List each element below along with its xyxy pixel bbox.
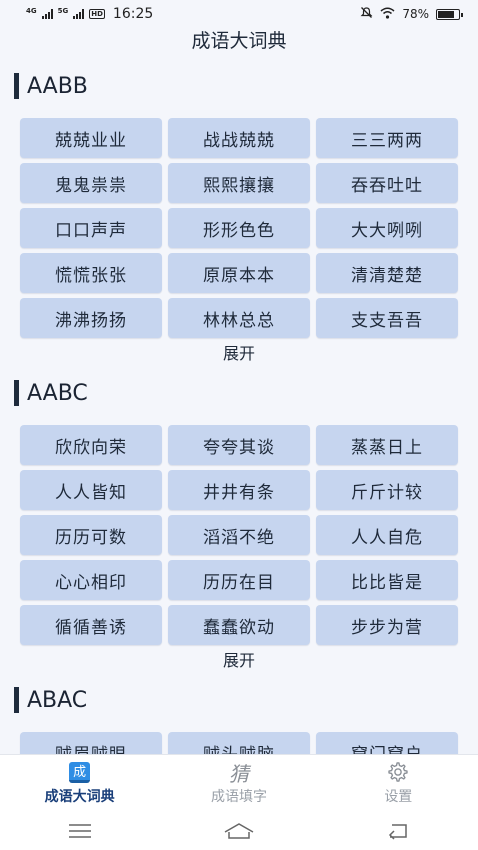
status-bar: 4G 5G HD 16:25 78%: [0, 0, 478, 28]
idiom-chip[interactable]: 慌慌张张: [20, 253, 162, 293]
idiom-chip[interactable]: 欣欣向荣: [20, 425, 162, 465]
home-nav-button[interactable]: [219, 819, 259, 843]
idiom-chip[interactable]: 沸沸扬扬: [20, 298, 162, 338]
clock: 16:25: [112, 6, 154, 22]
fill-word-icon: 猜: [228, 761, 249, 786]
tab-settings[interactable]: 设置: [333, 761, 463, 806]
section-title: ABAC: [27, 687, 88, 713]
dictionary-icon: 成: [68, 761, 92, 783]
signal-icon-2: [73, 9, 85, 19]
idiom-grid: 欣欣向荣 夸夸其谈 蒸蒸日上 人人皆知 井井有条 斤斤计较 历历可数 滔滔不绝 …: [20, 425, 458, 645]
expand-button[interactable]: 展开: [0, 340, 478, 364]
idiom-chip[interactable]: 循循善诱: [20, 605, 162, 645]
section-marker: [14, 73, 19, 99]
idiom-chip[interactable]: 形形色色: [168, 208, 310, 248]
menu-icon: [68, 824, 91, 838]
mute-icon: [360, 6, 373, 22]
tab-dictionary[interactable]: 成 成语大词典: [15, 761, 145, 806]
idiom-chip[interactable]: 原原本本: [168, 253, 310, 293]
page-title: 成语大词典: [191, 30, 287, 52]
network-type-1: 4G: [26, 6, 37, 15]
battery-icon: [436, 8, 463, 20]
idiom-chip[interactable]: 斤斤计较: [316, 470, 458, 510]
section-header: ABAC: [14, 686, 87, 714]
idiom-chip[interactable]: 窟门窟户: [316, 732, 458, 754]
idiom-chip[interactable]: 战战兢兢: [168, 118, 310, 158]
gear-icon: [386, 761, 410, 783]
section-marker: [14, 380, 19, 406]
idiom-chip[interactable]: 贼眉贼眼: [20, 732, 162, 754]
idiom-chip[interactable]: 人人皆知: [20, 470, 162, 510]
network-type-2: 5G: [57, 6, 69, 15]
idiom-chip[interactable]: 三三两两: [316, 118, 458, 158]
idiom-chip[interactable]: 大大咧咧: [316, 208, 458, 248]
idiom-chip[interactable]: 吞吞吐吐: [316, 163, 458, 203]
section-header: AABC: [14, 379, 88, 407]
idiom-chip[interactable]: 蒸蒸日上: [316, 425, 458, 465]
idiom-chip[interactable]: 林林总总: [168, 298, 310, 338]
tab-label: 设置: [384, 789, 413, 805]
idiom-chip[interactable]: 蠢蠢欲动: [168, 605, 310, 645]
menu-nav-button[interactable]: [60, 819, 100, 843]
tab-fill-word[interactable]: 猜 成语填字: [174, 761, 304, 806]
idiom-grid: 贼眉贼眼 贼头贼脑 窟门窟户: [20, 732, 458, 754]
tab-label: 成语填字: [210, 789, 267, 805]
idiom-chip[interactable]: 井井有条: [168, 470, 310, 510]
idiom-chip[interactable]: 兢兢业业: [20, 118, 162, 158]
hd-badge: HD: [89, 9, 105, 19]
idiom-list[interactable]: AABB 兢兢业业 战战兢兢 三三两两 鬼鬼祟祟 熙熙攘攘 吞吞吐吐 口口声声 …: [0, 66, 478, 754]
idiom-chip[interactable]: 夸夸其谈: [168, 425, 310, 465]
expand-button[interactable]: 展开: [0, 647, 478, 671]
tab-label: 成语大词典: [44, 789, 115, 805]
idiom-chip[interactable]: 熙熙攘攘: [168, 163, 310, 203]
back-nav-button[interactable]: [378, 819, 418, 843]
wifi-icon: [380, 7, 395, 22]
idiom-chip[interactable]: 比比皆是: [316, 560, 458, 600]
idiom-chip[interactable]: 口口声声: [20, 208, 162, 248]
idiom-chip[interactable]: 心心相印: [20, 560, 162, 600]
bottom-tab-bar: 成 成语大词典 猜 成语填字 设置: [0, 754, 478, 812]
idiom-chip[interactable]: 滔滔不绝: [168, 515, 310, 555]
idiom-chip[interactable]: 清清楚楚: [316, 253, 458, 293]
signal-icon: [41, 9, 53, 19]
idiom-chip[interactable]: 历历在目: [168, 560, 310, 600]
idiom-chip[interactable]: 历历可数: [20, 515, 162, 555]
idiom-chip[interactable]: 鬼鬼祟祟: [20, 163, 162, 203]
section-header: AABB: [14, 72, 88, 100]
status-left: 4G 5G HD 16:25: [26, 6, 153, 22]
idiom-chip[interactable]: 贼头贼脑: [168, 732, 310, 754]
battery-percent: 78%: [402, 7, 429, 21]
status-right: 78%: [360, 6, 463, 22]
section-marker: [14, 687, 19, 713]
idiom-chip[interactable]: 支支吾吾: [316, 298, 458, 338]
section-title: AABB: [27, 73, 88, 99]
section-title: AABC: [27, 380, 88, 406]
idiom-chip[interactable]: 步步为营: [316, 605, 458, 645]
system-nav-bar: [0, 812, 478, 850]
home-icon: [224, 823, 254, 839]
idiom-chip[interactable]: 人人自危: [316, 515, 458, 555]
back-icon: [389, 824, 408, 840]
idiom-grid: 兢兢业业 战战兢兢 三三两两 鬼鬼祟祟 熙熙攘攘 吞吞吐吐 口口声声 形形色色 …: [20, 118, 458, 338]
